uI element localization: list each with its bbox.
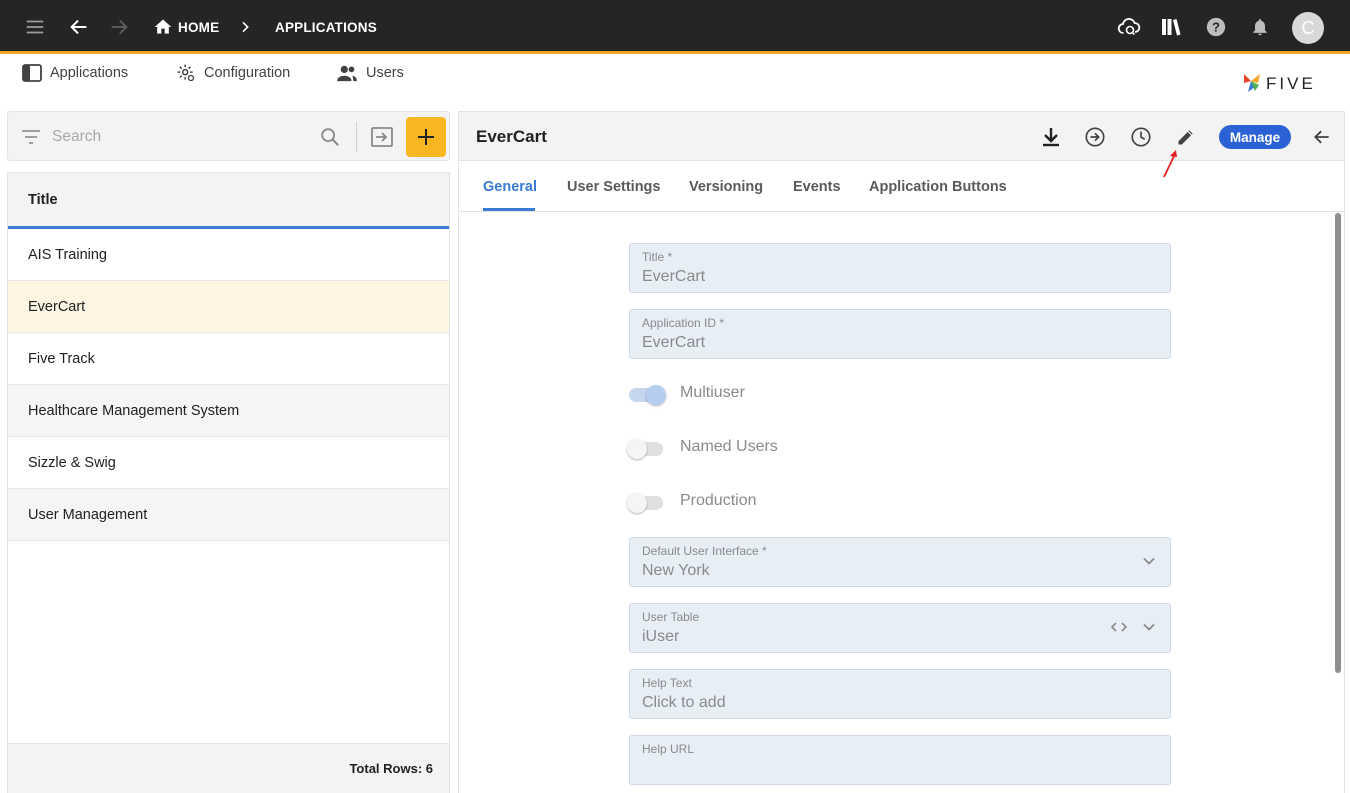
search-input[interactable]: Search: [52, 128, 101, 146]
field-label: User Table: [642, 610, 700, 624]
avatar[interactable]: C: [1292, 12, 1324, 44]
toggle-knob: [627, 493, 647, 513]
user-table-select[interactable]: User Table iUser: [629, 603, 1171, 653]
manage-button[interactable]: Manage: [1219, 125, 1291, 149]
detail-header: EverCart Manage: [459, 112, 1344, 161]
download-icon[interactable]: [1038, 124, 1064, 150]
history-icon[interactable]: [1128, 124, 1154, 150]
table-row[interactable]: Sizzle & Swig: [8, 437, 449, 489]
field-label: Title *: [642, 250, 673, 264]
total-rows: Total Rows: 6: [8, 743, 449, 793]
menu-icon[interactable]: [22, 14, 48, 40]
field-label: Help Text: [642, 676, 692, 690]
deploy-icon[interactable]: [1082, 124, 1108, 150]
field-label: Application ID *: [642, 316, 725, 330]
app-icon: [22, 64, 42, 82]
field-value: EverCart: [642, 334, 706, 351]
toggle-knob: [627, 439, 647, 459]
library-icon[interactable]: [1158, 14, 1184, 40]
five-logo: FIVE: [1240, 70, 1330, 101]
breadcrumb-home[interactable]: HOME: [178, 20, 219, 35]
forward-arrow-icon[interactable]: [106, 14, 132, 40]
toggle-label: Named Users: [680, 438, 778, 455]
cloud-sync-icon[interactable]: [1116, 14, 1142, 40]
chevron-right-icon: [232, 14, 258, 40]
application-id-field[interactable]: Application ID * EverCart: [629, 309, 1171, 359]
application-list-panel: Search Title AIS Training EverCart Five …: [7, 111, 450, 793]
breadcrumb-applications[interactable]: APPLICATIONS: [275, 20, 377, 35]
people-icon: [337, 65, 357, 82]
nav-tab-configuration[interactable]: Configuration: [176, 62, 290, 84]
search-icon[interactable]: [319, 126, 341, 153]
help-text-field[interactable]: Help Text Click to add: [629, 669, 1171, 719]
detail-title: EverCart: [476, 127, 547, 146]
chevron-down-icon[interactable]: [1142, 620, 1156, 634]
table-row[interactable]: Five Track: [8, 333, 449, 385]
tab-general[interactable]: General: [483, 179, 537, 195]
table-row[interactable]: User Management: [8, 489, 449, 541]
home-icon[interactable]: [150, 14, 176, 40]
help-url-field[interactable]: Help URL: [629, 735, 1171, 785]
back-arrow-icon[interactable]: [1309, 124, 1335, 150]
scrollbar[interactable]: [1335, 213, 1341, 673]
nav-tab-label: Applications: [50, 65, 129, 81]
back-arrow-icon[interactable]: [66, 14, 92, 40]
table-row[interactable]: AIS Training: [8, 229, 449, 281]
nav-tab-applications[interactable]: Applications: [22, 62, 128, 84]
field-value: iUser: [642, 628, 680, 645]
field-value: EverCart: [642, 268, 706, 285]
nav-tab-users[interactable]: Users: [336, 62, 404, 84]
field-label: Default User Interface *: [642, 544, 767, 558]
search-bar: Search: [7, 111, 450, 161]
nav-tab-label: Configuration: [204, 65, 291, 81]
tab-events[interactable]: Events: [793, 179, 841, 195]
toggle-label: Multiuser: [680, 384, 745, 401]
column-header-title[interactable]: Title: [8, 173, 449, 229]
field-label: Help URL: [642, 742, 695, 756]
tab-user-settings[interactable]: User Settings: [567, 179, 660, 195]
toggle-label: Production: [680, 492, 757, 509]
application-table: Title AIS Training EverCart Five Track H…: [7, 172, 450, 793]
title-field[interactable]: Title * EverCart: [629, 243, 1171, 293]
help-icon[interactable]: ?: [1203, 14, 1229, 40]
tab-versioning[interactable]: Versioning: [689, 179, 763, 195]
bell-icon[interactable]: [1247, 14, 1273, 40]
default-user-interface-select[interactable]: Default User Interface * New York: [629, 537, 1171, 587]
active-tab-indicator: [483, 208, 535, 211]
gear-icon: [177, 64, 195, 82]
table-row[interactable]: Healthcare Management System: [8, 385, 449, 437]
field-value: Click to add: [642, 694, 726, 711]
logo-text: FIVE: [1266, 74, 1316, 93]
top-bar: HOME APPLICATIONS ? C: [0, 0, 1350, 54]
detail-tabs: General User Settings Versioning Events …: [459, 162, 1344, 212]
collapse-panel-icon[interactable]: [370, 126, 394, 153]
chevron-down-icon[interactable]: [1142, 554, 1156, 568]
nav-tab-label: Users: [366, 65, 404, 81]
add-button[interactable]: [406, 117, 446, 157]
tab-application-buttons[interactable]: Application Buttons: [869, 179, 1007, 195]
table-row-selected[interactable]: EverCart: [8, 281, 449, 333]
plus-icon: [418, 129, 434, 145]
filter-icon[interactable]: [21, 128, 41, 151]
svg-text:?: ?: [1212, 20, 1220, 35]
field-value: New York: [642, 562, 710, 579]
code-icon[interactable]: [1110, 620, 1128, 634]
divider: [356, 122, 357, 152]
toggle-knob: [646, 385, 666, 405]
application-detail-panel: EverCart Manage General User Settings Ve…: [458, 111, 1345, 793]
